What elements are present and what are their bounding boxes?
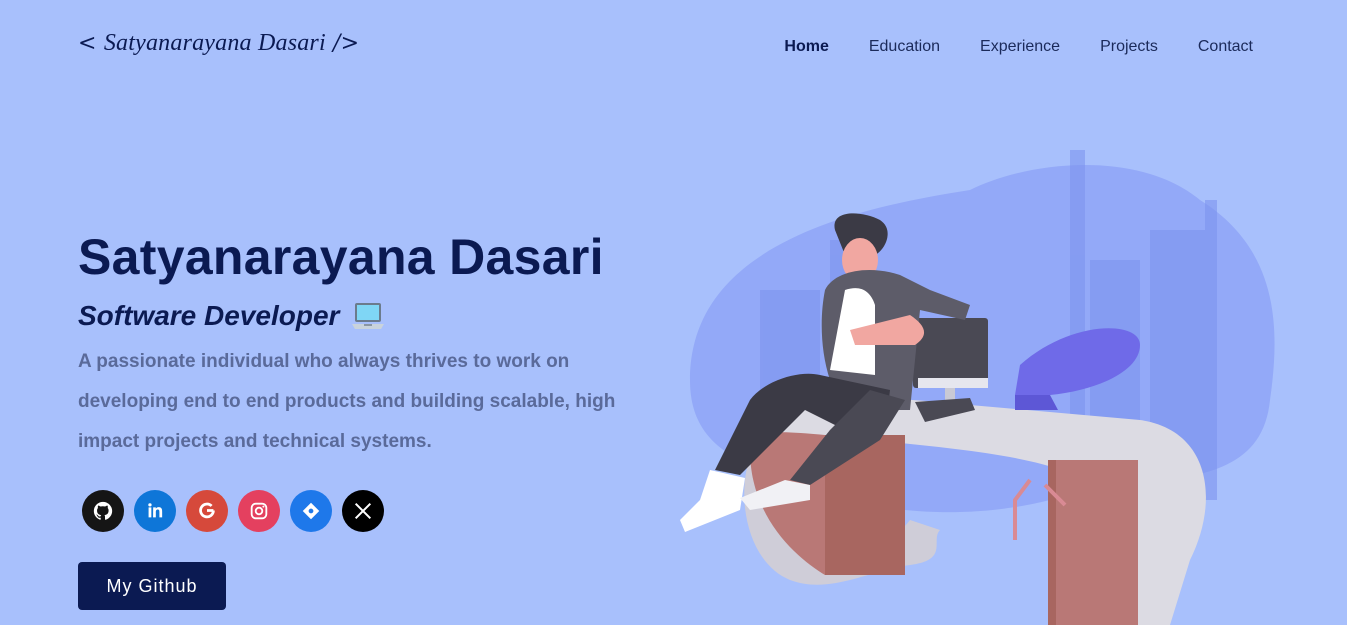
x-icon <box>354 502 372 520</box>
github-link[interactable] <box>82 490 124 532</box>
instagram-icon <box>250 502 268 520</box>
instagram-link[interactable] <box>238 490 280 532</box>
desk <box>744 397 1206 625</box>
laptop-icon <box>351 300 385 332</box>
codeforces-icon <box>302 502 320 520</box>
my-github-button[interactable]: My Github <box>78 562 226 610</box>
hero-name: Satyanarayana Dasari <box>78 229 604 285</box>
linkedin-icon <box>148 503 163 518</box>
hero-description: A passionate individual who always thriv… <box>78 351 616 452</box>
github-icon <box>93 501 113 520</box>
nav-home[interactable]: Home <box>784 38 828 56</box>
google-icon <box>199 502 215 519</box>
logo-name: Satyanarayana Dasari <box>103 30 326 56</box>
person-shoe-left <box>680 470 745 532</box>
site-logo[interactable]: < Satyanarayana Dasari /> <box>78 30 359 57</box>
nav-contact[interactable]: Contact <box>1198 38 1253 56</box>
logo-suffix: /> <box>333 31 360 56</box>
nav-experience[interactable]: Experience <box>980 38 1060 56</box>
nav-projects[interactable]: Projects <box>1100 38 1158 56</box>
hero-role-line: Software Developer <box>78 300 385 332</box>
nav-education[interactable]: Education <box>869 38 940 56</box>
codeforces-link[interactable] <box>290 490 332 532</box>
hero-role: Software Developer <box>78 300 340 331</box>
developer-illustration <box>680 150 1275 625</box>
social-links <box>82 490 384 532</box>
linkedin-link[interactable] <box>134 490 176 532</box>
top-nav: Home Education Experience Projects Conta… <box>784 38 1253 56</box>
x-link[interactable] <box>342 490 384 532</box>
logo-prefix: < <box>78 31 97 56</box>
google-link[interactable] <box>186 490 228 532</box>
